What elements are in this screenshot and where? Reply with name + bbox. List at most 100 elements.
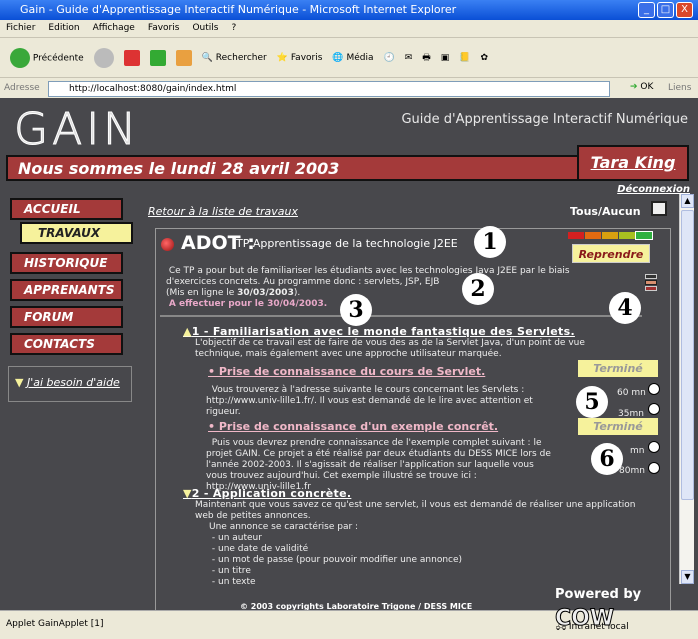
status-stack-icon	[645, 274, 657, 291]
list-item: - un mot de passe (pour pouvoir modifier…	[211, 555, 463, 565]
scroll-thumb[interactable]	[681, 210, 694, 500]
minimize-button[interactable]: _	[638, 2, 655, 18]
maximize-button[interactable]: □	[657, 2, 674, 18]
search-label: Rechercher	[215, 52, 267, 63]
online-suffix: ).	[293, 288, 301, 298]
task-2-text: Puis vous devrez prendre connaissance de…	[206, 438, 556, 493]
select-all-link[interactable]: Tous	[570, 205, 598, 218]
history-icon[interactable]: 🕘	[384, 53, 395, 63]
messenger-icon[interactable]: ✿	[481, 53, 489, 63]
nav-accueil[interactable]: ACCUEIL	[10, 198, 123, 220]
task-1-estimated-time: 60 mn	[617, 388, 646, 398]
tp-description: Ce TP a pour but de familiariser les étu…	[166, 266, 646, 310]
task-2-estimated-time: mn	[630, 446, 645, 456]
callout-2: 2	[462, 273, 494, 305]
search-button[interactable]: 🔍 Rechercher	[202, 53, 267, 63]
task-1-status-button[interactable]: Terminé	[578, 360, 658, 377]
list-item: - un titre	[211, 566, 251, 576]
close-button[interactable]: X	[676, 2, 693, 18]
favorites-button[interactable]: ⭐ Favoris	[277, 53, 323, 63]
scroll-up-icon[interactable]: ▲	[681, 194, 694, 208]
task-line: Vous trouverez à l'adresse suivante le c…	[211, 385, 525, 395]
difficulty-segment	[585, 232, 601, 239]
back-arrow-icon	[10, 47, 30, 68]
callout-6: 6	[591, 443, 623, 475]
difficulty-meter	[568, 231, 653, 240]
mail-icon[interactable]: ✉	[405, 53, 413, 63]
task-line: http://www.univ-lille1.fr/. Il vous est …	[206, 396, 533, 406]
resume-button[interactable]: Reprendre	[572, 244, 650, 263]
clock-icon	[648, 441, 660, 453]
menu-affichage[interactable]: Affichage	[93, 23, 135, 33]
go-label: OK	[640, 82, 654, 92]
status-text: Applet GainApplet [1]	[6, 619, 104, 629]
site-subtitle: Guide d'Apprentissage Interactif Numériq…	[401, 112, 688, 127]
tp-desc-line: Ce TP a pour but de familiariser les étu…	[168, 266, 570, 276]
menu-favoris[interactable]: Favoris	[148, 23, 180, 33]
task-2-spent-time: 80mn	[619, 466, 645, 476]
menu-bar: Fichier Edition Affichage Favoris Outils?	[0, 20, 698, 38]
stop-icon[interactable]	[123, 49, 140, 66]
section-2-title[interactable]: ▼2 - Application concrète.	[183, 487, 663, 500]
notes-icon[interactable]: 📒	[459, 53, 470, 63]
media-button[interactable]: 🌐 Média	[332, 53, 373, 63]
menu-outils[interactable]: Outils	[192, 23, 218, 33]
nav-historique[interactable]: HISTORIQUE	[10, 252, 123, 274]
go-button[interactable]: ➔ OK	[630, 82, 653, 92]
select-none-link[interactable]: Aucun	[602, 205, 641, 218]
address-input[interactable]: http://localhost:8080/gain/index.html	[48, 81, 610, 97]
scroll-down-icon[interactable]: ▼	[681, 570, 694, 584]
nav-forum[interactable]: FORUM	[10, 306, 123, 328]
print-icon[interactable]: 🖶	[422, 50, 431, 66]
powered-by-cow-logo: Powered by COW	[554, 583, 698, 631]
section-1-title[interactable]: ▲1 - Familiarisation avec le monde fanta…	[183, 325, 653, 338]
task-2-title[interactable]: • Prise de connaissance d'un exemple con…	[208, 420, 498, 433]
menu-help[interactable]: ?	[231, 23, 236, 33]
section-text: L'objectif de ce travail est de faire de…	[195, 338, 585, 348]
callout-4: 4	[609, 292, 641, 324]
callout-5: 5	[576, 386, 608, 418]
list-item: - une date de validité	[211, 544, 309, 554]
task-line: Puis vous devrez prendre connaissance de…	[211, 438, 542, 448]
tp-desc-line: d'exercices concrets. Au programme donc …	[166, 277, 440, 287]
user-name-link[interactable]: Tara King	[577, 145, 689, 181]
nav-apprenants[interactable]: APPRENANTS	[10, 279, 123, 301]
back-button[interactable]: Précédente	[10, 47, 84, 68]
task-line: projet GAIN. Ce projet a été réalisé par…	[206, 449, 551, 459]
gain-logo: GAIN	[13, 104, 141, 156]
media-label: Média	[346, 52, 374, 63]
status-dot-icon	[161, 238, 174, 251]
window-title: Gain - Guide d'Apprentissage Interactif …	[20, 3, 457, 16]
cow-label: COW	[554, 606, 615, 631]
links-button[interactable]: Liens	[668, 83, 691, 93]
task-line: l'année 2002-2003. Il s'agissait de réal…	[206, 460, 534, 470]
task-line: rigueur.	[206, 407, 241, 417]
section-text: web de petites annonces.	[195, 511, 311, 521]
task-1-text: Vous trouverez à l'adresse suivante le c…	[206, 385, 536, 418]
printer-icon[interactable]	[651, 201, 667, 216]
nav-travaux[interactable]: TRAVAUX	[20, 222, 133, 244]
due-date: A effectuer pour le 30/04/2003.	[168, 299, 328, 309]
difficulty-segment	[635, 231, 653, 240]
section-2-label: 2 - Application concrète.	[191, 487, 352, 500]
home-icon[interactable]	[175, 49, 192, 66]
help-link[interactable]: ▼ J'ai besoin d'aide	[8, 366, 132, 402]
edit-icon[interactable]: ▣	[441, 53, 450, 63]
section-text: Maintenant que vous savez ce qu'est une …	[195, 500, 636, 510]
list-item: - un auteur	[211, 533, 262, 543]
date-banner: Nous sommes le lundi 28 avril 2003	[6, 155, 586, 181]
difficulty-segment	[619, 232, 635, 239]
clock-spent-icon	[648, 403, 660, 415]
menu-edition[interactable]: Edition	[48, 23, 79, 33]
back-to-list-link[interactable]: Retour à la liste de travaux	[148, 205, 298, 218]
tp-title: TP Apprentissage de la technologie J2EE	[236, 237, 458, 250]
vertical-scrollbar[interactable]: ▲ ▼	[679, 194, 694, 584]
online-date: 30/03/2003	[237, 288, 294, 298]
refresh-icon[interactable]	[149, 49, 166, 66]
forward-icon[interactable]	[93, 47, 114, 68]
task-2-status-button[interactable]: Terminé	[578, 418, 658, 435]
nav-contacts[interactable]: CONTACTS	[10, 333, 123, 355]
toolbar: Précédente 🔍 Rechercher ⭐ Favoris 🌐 Médi…	[0, 38, 698, 78]
menu-fichier[interactable]: Fichier	[6, 23, 35, 33]
task-1-title[interactable]: • Prise de connaissance du cours de Serv…	[208, 365, 485, 378]
